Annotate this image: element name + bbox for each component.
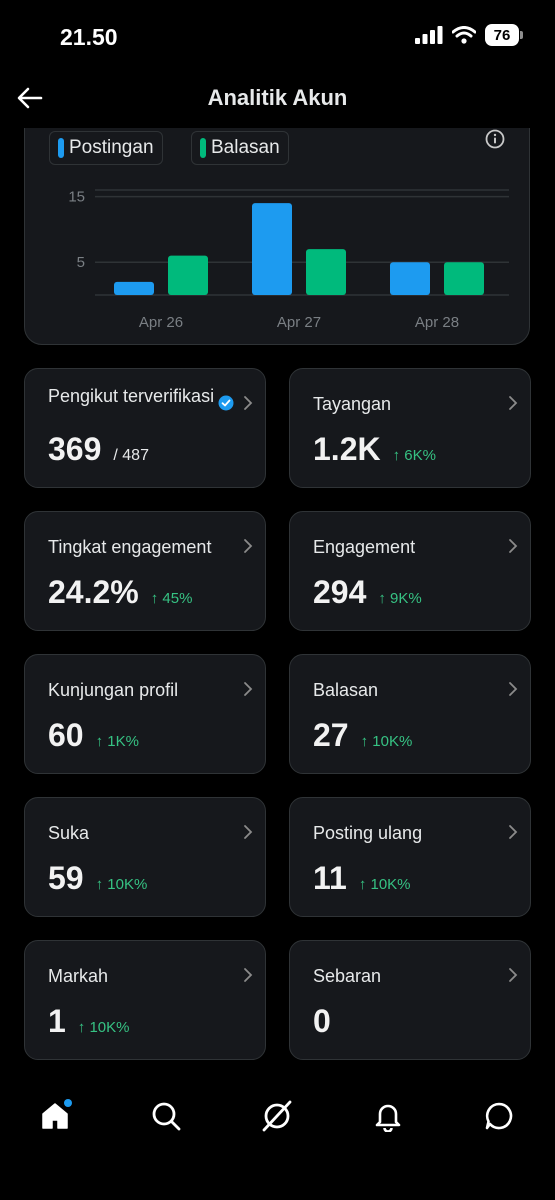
stat-label: Suka xyxy=(48,823,90,843)
notification-dot xyxy=(64,1099,72,1107)
signal-icon xyxy=(415,26,443,44)
y-tick-label: 5 xyxy=(77,254,85,271)
stat-card-bookmarks[interactable]: Markah 1 ↑ 10K% xyxy=(24,940,266,1060)
nav-search[interactable] xyxy=(148,1098,184,1134)
stat-value: 0 xyxy=(313,1003,331,1039)
stat-card-reposts[interactable]: Posting ulang 11 ↑ 10K% xyxy=(289,797,531,917)
stat-value-row: 24.2% ↑ 45% xyxy=(48,574,192,611)
stat-card-followers[interactable]: Pengikut terverifikasi 369 / 487 xyxy=(24,368,266,488)
search-icon xyxy=(152,1102,181,1131)
x-tick-label: Apr 27 xyxy=(277,314,321,331)
bell-icon xyxy=(375,1104,401,1132)
stat-label: Tayangan xyxy=(313,394,392,414)
stat-value-row: 0 xyxy=(313,1003,331,1040)
bar-postingan-1[interactable] xyxy=(114,281,154,295)
chart-card: 5 15 Apr 26 Apr 27 Apr 28 Postingan Balasan xyxy=(24,110,530,345)
bar-balasan-3[interactable] xyxy=(444,262,484,295)
info-icon[interactable] xyxy=(485,129,505,149)
battery-icon: 76 xyxy=(485,24,523,46)
legend-postingan[interactable]: Postingan xyxy=(49,131,163,165)
stat-card-shares[interactable]: Sebaran 0 xyxy=(289,940,531,1060)
chevron-right-icon xyxy=(244,682,253,696)
nav-home[interactable] xyxy=(37,1098,73,1134)
stat-value-row: 1.2K ↑ 6K% xyxy=(313,431,436,468)
bar-postingan-3[interactable] xyxy=(390,262,430,295)
stat-value: 369 xyxy=(48,431,102,467)
stat-change: ↑ 6K% xyxy=(392,447,436,464)
stat-card-views[interactable]: Tayangan 1.2K ↑ 6K% xyxy=(289,368,531,488)
nav-messages[interactable] xyxy=(481,1098,517,1134)
bar-balasan-1[interactable] xyxy=(168,255,208,295)
stat-value-row: 294 ↑ 9K% xyxy=(313,574,422,611)
stat-label: Balasan xyxy=(313,680,379,700)
stat-card-likes[interactable]: Suka 59 ↑ 10K% xyxy=(24,797,266,917)
chevron-right-icon xyxy=(244,539,253,553)
stat-change: ↑ 45% xyxy=(150,590,193,607)
stat-value-row: 369 / 487 xyxy=(48,431,149,468)
page-title: Analitik Akun xyxy=(207,85,348,110)
chevron-right-icon xyxy=(244,825,253,839)
legend-balasan[interactable]: Balasan xyxy=(191,131,289,165)
grok-icon xyxy=(262,1100,292,1132)
stat-label: Markah xyxy=(48,966,109,986)
stat-value: 27 xyxy=(313,717,349,753)
legend-swatch-balasan xyxy=(200,138,206,158)
stat-value-row: 27 ↑ 10K% xyxy=(313,717,412,754)
stat-value: 11 xyxy=(313,860,347,896)
stat-value-row: 60 ↑ 1K% xyxy=(48,717,139,754)
stat-value-row: 59 ↑ 10K% xyxy=(48,860,147,897)
nav-grok[interactable] xyxy=(259,1098,295,1134)
stat-value: 1 xyxy=(48,1003,66,1039)
stat-value-row: 1 ↑ 10K% xyxy=(48,1003,130,1040)
y-tick-label: 15 xyxy=(68,189,85,206)
stat-value: 24.2% xyxy=(48,574,139,610)
x-tick-label: Apr 28 xyxy=(415,314,459,331)
status-time: 21.50 xyxy=(60,24,118,50)
bar-postingan-2[interactable] xyxy=(252,203,292,295)
verified-badge-icon xyxy=(218,395,234,411)
stat-card-engagement[interactable]: Engagement 294 ↑ 9K% xyxy=(289,511,531,631)
legend-label-balasan: Balasan xyxy=(211,137,280,158)
stat-value: 294 xyxy=(313,574,367,610)
chevron-right-icon xyxy=(509,968,518,982)
wifi-icon xyxy=(452,26,476,44)
stat-label: Kunjungan profil xyxy=(48,680,179,700)
chevron-right-icon xyxy=(509,539,518,553)
stat-change: ↑ 10K% xyxy=(77,1019,130,1036)
stat-value: 1.2K xyxy=(313,431,381,467)
stat-label: Sebaran xyxy=(313,966,382,986)
chevron-right-icon xyxy=(509,682,518,696)
stat-label: Pengikut terverifikasi xyxy=(48,386,215,406)
stat-label: Tingkat engagement xyxy=(48,537,212,557)
bottom-nav xyxy=(0,1080,555,1152)
chat-icon xyxy=(485,1102,513,1130)
nav-notifications[interactable] xyxy=(370,1098,406,1134)
stat-change: ↑ 10K% xyxy=(95,876,148,893)
stat-card-engagement-rate[interactable]: Tingkat engagement 24.2% ↑ 45% xyxy=(24,511,266,631)
status-bar: 21.50 76 xyxy=(0,0,555,75)
stat-total: / 487 xyxy=(113,447,149,464)
stat-card-profile-visits[interactable]: Kunjungan profil 60 ↑ 1K% xyxy=(24,654,266,774)
chevron-right-icon xyxy=(244,968,253,982)
header: Analitik Akun xyxy=(0,75,555,125)
stat-card-replies[interactable]: Balasan 27 ↑ 10K% xyxy=(289,654,531,774)
stat-value-row: 11 ↑ 10K% xyxy=(313,860,411,897)
legend-label-postingan: Postingan xyxy=(69,137,154,158)
chevron-right-icon xyxy=(509,396,518,410)
stat-change: ↑ 1K% xyxy=(95,733,139,750)
stat-label: Engagement xyxy=(313,537,416,557)
stat-value: 60 xyxy=(48,717,84,753)
legend-swatch-postingan xyxy=(58,138,64,158)
stat-change: ↑ 9K% xyxy=(378,590,422,607)
bar-balasan-2[interactable] xyxy=(306,249,346,295)
stat-value: 59 xyxy=(48,860,84,896)
chevron-right-icon xyxy=(509,825,518,839)
stat-change: ↑ 10K% xyxy=(360,733,413,750)
stat-change: ↑ 10K% xyxy=(358,876,411,893)
x-tick-label: Apr 26 xyxy=(139,314,183,331)
status-icons: 76 xyxy=(415,24,523,46)
chevron-right-icon xyxy=(244,396,253,410)
stat-label: Posting ulang xyxy=(313,823,423,843)
